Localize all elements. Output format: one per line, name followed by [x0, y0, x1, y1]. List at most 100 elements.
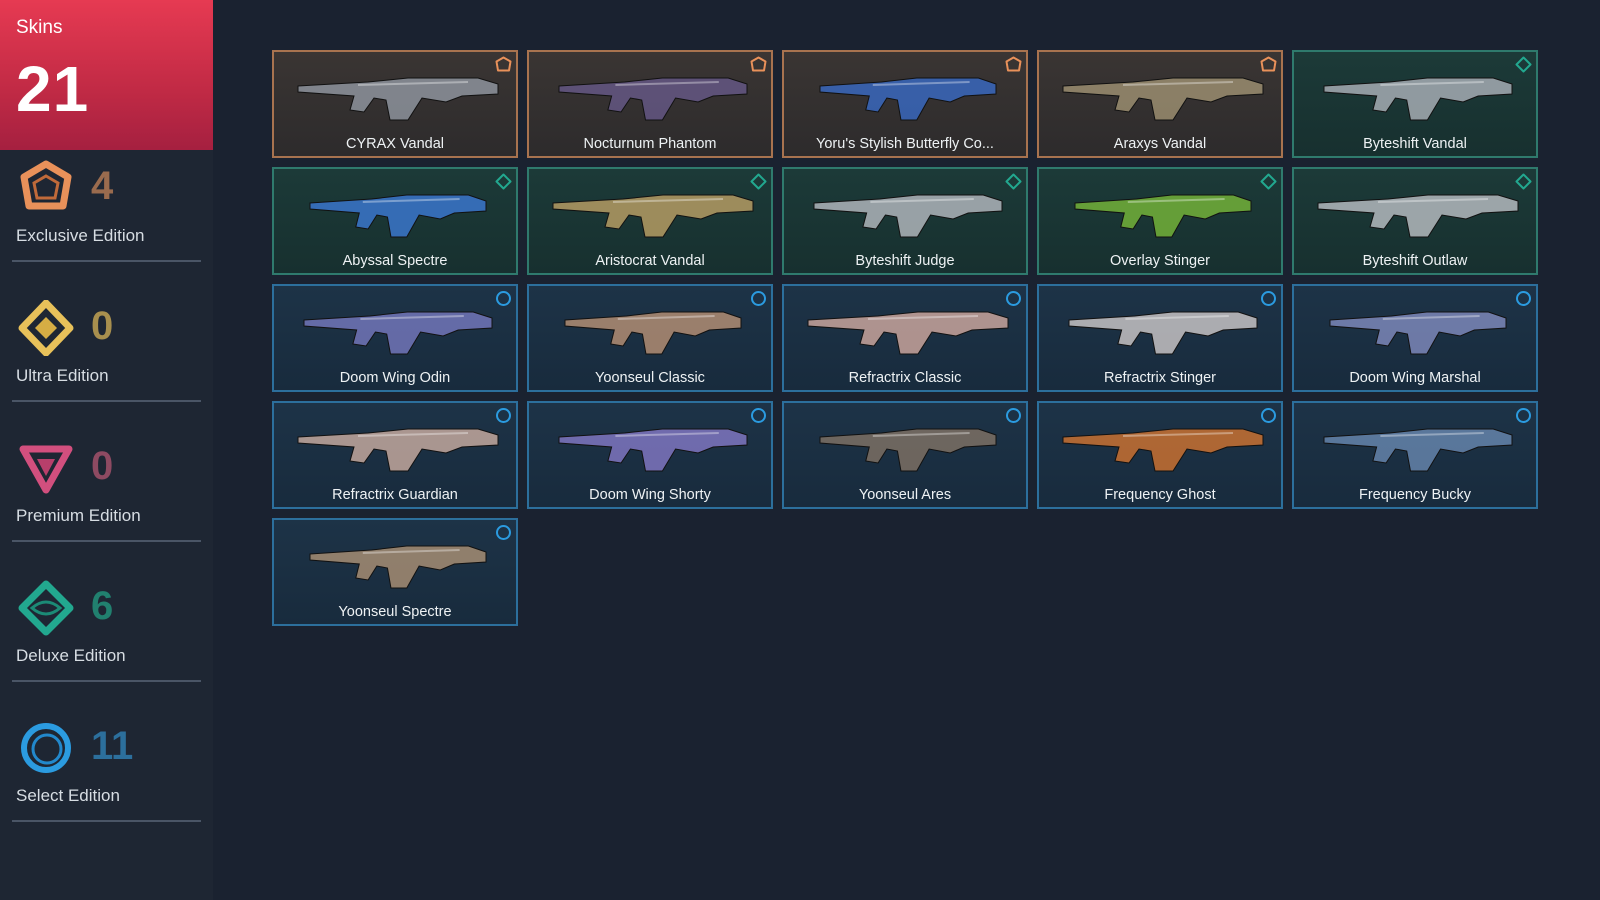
skin-card[interactable]: Yoonseul Ares: [782, 401, 1028, 509]
skin-name: Overlay Stinger: [1110, 253, 1210, 269]
skin-card[interactable]: Yoonseul Classic: [527, 284, 773, 392]
weapon-skin-image: [1323, 428, 1513, 472]
skin-card[interactable]: CYRAX Vandal: [272, 50, 518, 158]
skins-total-panel: Skins 21: [0, 0, 213, 150]
skin-card[interactable]: Overlay Stinger: [1037, 167, 1283, 275]
weapon-skin-image: [1062, 77, 1264, 121]
skin-name: Doom Wing Marshal: [1349, 370, 1481, 386]
edition-ultra[interactable]: 0 Ultra Edition: [12, 300, 201, 402]
select-tier-icon: [496, 291, 511, 306]
skin-name: Doom Wing Shorty: [589, 487, 711, 503]
ultra-edition-icon: [18, 300, 74, 356]
deluxe-tier-icon: [1515, 173, 1532, 190]
weapon-skin-image: [558, 428, 748, 472]
deluxe-tier-icon: [495, 173, 512, 190]
weapon-skin-image: [1323, 77, 1513, 121]
select-tier-icon: [751, 291, 766, 306]
weapon-skin-image: [813, 194, 1003, 238]
select-tier-icon: [1006, 291, 1021, 306]
skins-grid: CYRAX Vandal Nocturnum Phantom Yoru's St…: [272, 50, 1540, 626]
weapon-skin-image: [303, 311, 493, 355]
skin-name: Frequency Bucky: [1358, 487, 1472, 503]
edition-select[interactable]: 11 Select Edition: [12, 720, 201, 822]
skin-card[interactable]: Doom Wing Odin: [272, 284, 518, 392]
weapon-skin-image: [552, 194, 754, 238]
exclusive-tier-icon: [1005, 56, 1022, 72]
weapon-skin-image: [297, 428, 499, 472]
weapon-skin-image: [819, 428, 997, 472]
weapon-skin-image: [1074, 194, 1252, 238]
skin-card[interactable]: Frequency Ghost: [1037, 401, 1283, 509]
edition-name: Deluxe Edition: [16, 646, 126, 665]
select-tier-icon: [1516, 408, 1531, 423]
skin-card[interactable]: Frequency Bucky: [1292, 401, 1538, 509]
weapon-skin-image: [309, 545, 487, 589]
skin-card[interactable]: Yoru's Stylish Butterfly Co...: [782, 50, 1028, 158]
weapon-skin-image: [1068, 311, 1258, 355]
skin-name: Refractrix Guardian: [332, 487, 458, 503]
skin-name: Araxys Vandal: [1113, 136, 1207, 152]
edition-name: Ultra Edition: [16, 366, 109, 385]
weapon-skin-image: [558, 77, 748, 121]
deluxe-tier-icon: [1005, 173, 1022, 190]
weapon-skin-image: [1329, 311, 1507, 355]
edition-count: 0: [91, 304, 114, 348]
skin-name: Frequency Ghost: [1104, 487, 1216, 503]
exclusive-tier-icon: [1260, 56, 1277, 72]
skin-name: Refractrix Classic: [848, 370, 962, 386]
select-tier-icon: [496, 525, 511, 540]
skin-card[interactable]: Byteshift Judge: [782, 167, 1028, 275]
skin-card[interactable]: Araxys Vandal: [1037, 50, 1283, 158]
deluxe-edition-icon: [18, 580, 74, 636]
premium-edition-icon: [19, 445, 73, 494]
select-tier-icon: [751, 408, 766, 423]
skins-total-count: 21: [16, 53, 90, 125]
edition-deluxe[interactable]: 6 Deluxe Edition: [12, 580, 201, 682]
skin-name: Doom Wing Odin: [339, 370, 451, 386]
skin-card[interactable]: Nocturnum Phantom: [527, 50, 773, 158]
skin-card[interactable]: Doom Wing Marshal: [1292, 284, 1538, 392]
skin-name: Byteshift Vandal: [1363, 136, 1467, 152]
skin-card[interactable]: Byteshift Outlaw: [1292, 167, 1538, 275]
edition-name: Select Edition: [16, 786, 120, 805]
deluxe-tier-icon: [1260, 173, 1277, 190]
select-tier-icon: [496, 408, 511, 423]
weapon-skin-image: [1317, 194, 1519, 238]
weapon-skin-image: [807, 311, 1009, 355]
edition-exclusive[interactable]: 4 Exclusive Edition: [12, 160, 201, 262]
exclusive-tier-icon: [750, 56, 767, 72]
skin-card[interactable]: Refractrix Guardian: [272, 401, 518, 509]
skin-name: Yoonseul Ares: [858, 487, 952, 503]
skin-card[interactable]: Doom Wing Shorty: [527, 401, 773, 509]
skin-name: Yoru's Stylish Butterfly Co...: [816, 136, 994, 152]
skin-card[interactable]: Byteshift Vandal: [1292, 50, 1538, 158]
skin-name: Byteshift Judge: [855, 253, 955, 269]
skin-card[interactable]: Refractrix Stinger: [1037, 284, 1283, 392]
edition-name: Premium Edition: [16, 506, 141, 525]
skin-name: Abyssal Spectre: [342, 253, 448, 269]
skins-label: Skins: [16, 17, 63, 38]
skin-card[interactable]: Abyssal Spectre: [272, 167, 518, 275]
select-tier-icon: [1006, 408, 1021, 423]
edition-name: Exclusive Edition: [16, 226, 145, 245]
edition-count: 4: [91, 164, 114, 208]
select-edition-icon: [21, 723, 71, 773]
skin-name: CYRAX Vandal: [345, 136, 445, 152]
skin-name: Yoonseul Classic: [595, 370, 705, 386]
weapon-skin-image: [309, 194, 487, 238]
skin-name: Byteshift Outlaw: [1362, 253, 1468, 269]
weapon-skin-image: [564, 311, 742, 355]
select-tier-icon: [1516, 291, 1531, 306]
edition-count: 6: [91, 584, 114, 628]
skin-card[interactable]: Aristocrat Vandal: [527, 167, 773, 275]
skin-name: Refractrix Stinger: [1103, 370, 1216, 386]
select-tier-icon: [1261, 291, 1276, 306]
skin-name: Aristocrat Vandal: [595, 253, 705, 269]
skin-name: Nocturnum Phantom: [583, 136, 717, 152]
edition-premium[interactable]: 0 Premium Edition: [12, 440, 201, 542]
deluxe-tier-icon: [750, 173, 767, 190]
skin-card[interactable]: Yoonseul Spectre: [272, 518, 518, 626]
skin-card[interactable]: Refractrix Classic: [782, 284, 1028, 392]
weapon-skin-image: [1062, 428, 1264, 472]
exclusive-edition-icon: [20, 160, 72, 210]
